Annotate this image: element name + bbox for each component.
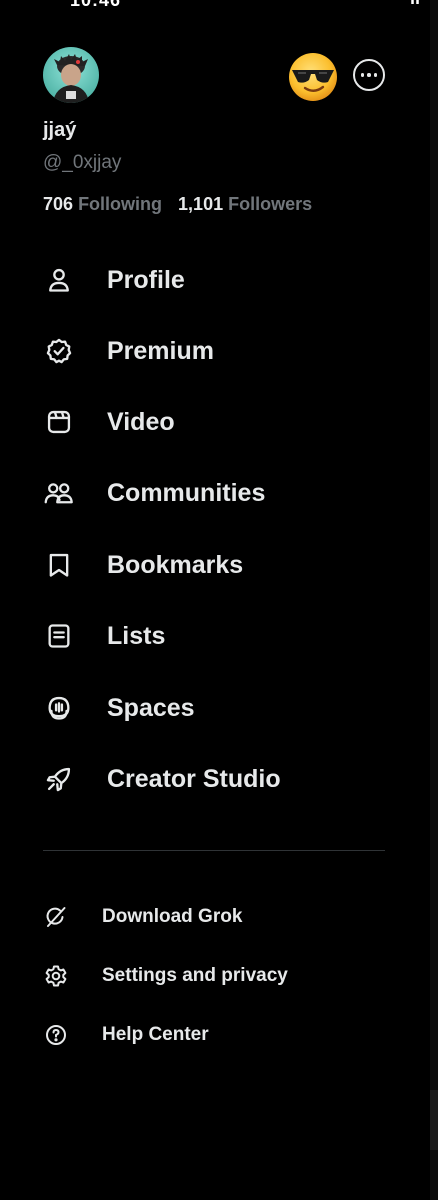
nav-item-premium[interactable]: Premium xyxy=(0,321,438,381)
user-handle[interactable]: @_0xjjay xyxy=(43,152,121,174)
person-icon xyxy=(43,264,75,296)
nav-item-label: Creator Studio xyxy=(107,764,281,793)
nav-item-communities[interactable]: Communities xyxy=(0,463,438,523)
gear-icon xyxy=(43,963,69,989)
nav-item-label: Premium xyxy=(107,336,214,365)
menu-item-settings-and-privacy[interactable]: Settings and privacy xyxy=(0,954,438,998)
nav-item-label: Spaces xyxy=(107,693,195,722)
bookmark-icon xyxy=(43,549,75,581)
following-link[interactable]: 706 Following xyxy=(43,194,162,215)
nav-item-label: Communities xyxy=(107,478,266,507)
nav-item-label: Video xyxy=(107,407,175,436)
menu-item-download-grok[interactable]: Download Grok xyxy=(0,895,438,939)
communities-icon xyxy=(43,477,75,509)
nav-item-bookmarks[interactable]: Bookmarks xyxy=(0,535,438,595)
follow-stats: 706 Following 1,101 Followers xyxy=(43,194,312,215)
signal-icon: ıı xyxy=(410,0,420,9)
menu-item-label: Download Grok xyxy=(102,906,243,927)
menu-item-label: Help Center xyxy=(102,1024,209,1045)
more-dot-icon xyxy=(373,73,378,77)
background-content-fold xyxy=(430,1090,438,1150)
status-time: 10:46 xyxy=(70,0,122,10)
followers-count: 1,101 xyxy=(178,194,224,214)
following-count: 706 xyxy=(43,194,74,214)
display-name[interactable]: jjaý xyxy=(43,119,76,142)
more-dot-icon xyxy=(360,73,365,77)
nav-item-label: Profile xyxy=(107,265,185,294)
nav-item-label: Lists xyxy=(107,621,166,650)
help-icon xyxy=(43,1022,69,1048)
more-options-button[interactable] xyxy=(353,59,385,91)
nav-item-label: Bookmarks xyxy=(107,550,244,579)
spaces-icon xyxy=(43,692,75,724)
nav-item-lists[interactable]: Lists xyxy=(0,606,438,666)
sunglasses-emoji-icon[interactable] xyxy=(288,52,338,102)
menu-item-help-center[interactable]: Help Center xyxy=(0,1013,438,1057)
nav-item-video[interactable]: Video xyxy=(0,392,438,452)
nav-item-spaces[interactable]: Spaces xyxy=(0,678,438,738)
grok-icon xyxy=(43,904,69,930)
list-icon xyxy=(43,620,75,652)
followers-label: Followers xyxy=(228,194,313,214)
rocket-icon xyxy=(43,763,75,795)
nav-item-creator-studio[interactable]: Creator Studio xyxy=(0,749,438,809)
more-dot-icon xyxy=(367,73,371,77)
menu-item-label: Settings and privacy xyxy=(102,965,288,986)
nav-item-profile[interactable]: Profile xyxy=(0,250,438,310)
avatar[interactable] xyxy=(43,47,99,103)
verified-badge-icon xyxy=(43,335,75,367)
following-label: Following xyxy=(78,194,163,214)
section-divider xyxy=(43,850,385,851)
followers-link[interactable]: 1,101 Followers xyxy=(178,194,312,215)
video-icon xyxy=(43,406,75,438)
